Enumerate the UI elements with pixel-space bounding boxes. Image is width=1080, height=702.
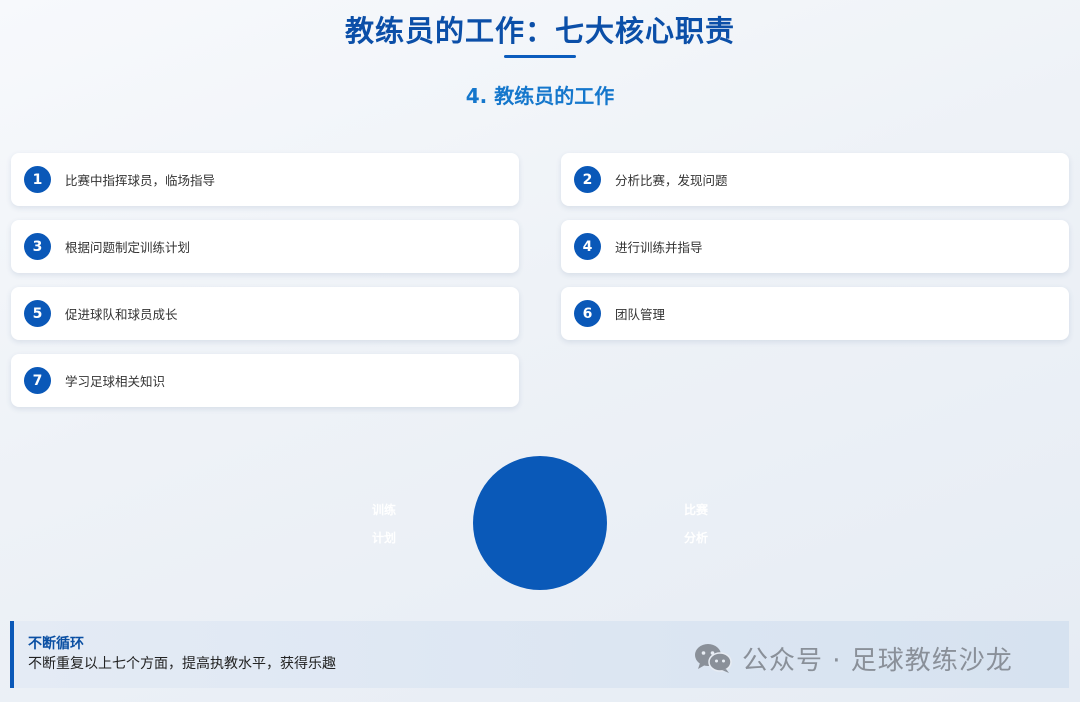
cycle-label-left-line1: 训练 [371,503,396,517]
duty-card-3: 3 根据问题制定训练计划 [11,220,519,273]
cycle-label-right-line2: 分析 [683,531,708,545]
cycle-label-left-line2: 计划 [371,531,396,545]
duty-number-badge: 7 [24,367,51,394]
duty-label: 分析比赛，发现问题 [615,173,728,188]
duty-label: 进行训练并指导 [615,240,703,255]
duty-number-badge: 6 [574,300,601,327]
duty-label: 促进球队和球员成长 [65,307,178,322]
duty-card-5: 5 促进球队和球员成长 [11,287,519,340]
watermark: 公众号 · 足球教练沙龙 [694,640,1013,676]
cycle-label-right-line1: 比赛 [683,503,708,517]
duty-number-badge: 3 [24,233,51,260]
title-underline [504,55,576,58]
cycle-label-left: 训练 计划 [354,496,414,552]
duty-card-4: 4 进行训练并指导 [561,220,1069,273]
duty-card-2: 2 分析比赛，发现问题 [561,153,1069,206]
duty-number-badge: 2 [574,166,601,193]
section-subtitle: 4. 教练员的工作 [465,84,615,108]
duty-number-badge: 1 [24,166,51,193]
watermark-text: 公众号 · 足球教练沙龙 [742,645,1013,676]
cycle-circle [473,456,607,590]
duty-label: 团队管理 [615,307,666,322]
duty-label: 比赛中指挥球员，临场指导 [65,173,216,188]
cycle-label-right: 比赛 分析 [666,496,726,552]
duty-label: 根据问题制定训练计划 [65,240,191,255]
duty-number-badge: 4 [574,233,601,260]
page-title: 教练员的工作：七大核心职责 [344,14,735,48]
duty-card-1: 1 比赛中指挥球员，临场指导 [11,153,519,206]
duty-card-6: 6 团队管理 [561,287,1069,340]
wechat-icon [695,644,732,673]
duty-card-7: 7 学习足球相关知识 [11,354,519,407]
duty-label: 学习足球相关知识 [65,374,166,389]
duty-number-badge: 5 [24,300,51,327]
